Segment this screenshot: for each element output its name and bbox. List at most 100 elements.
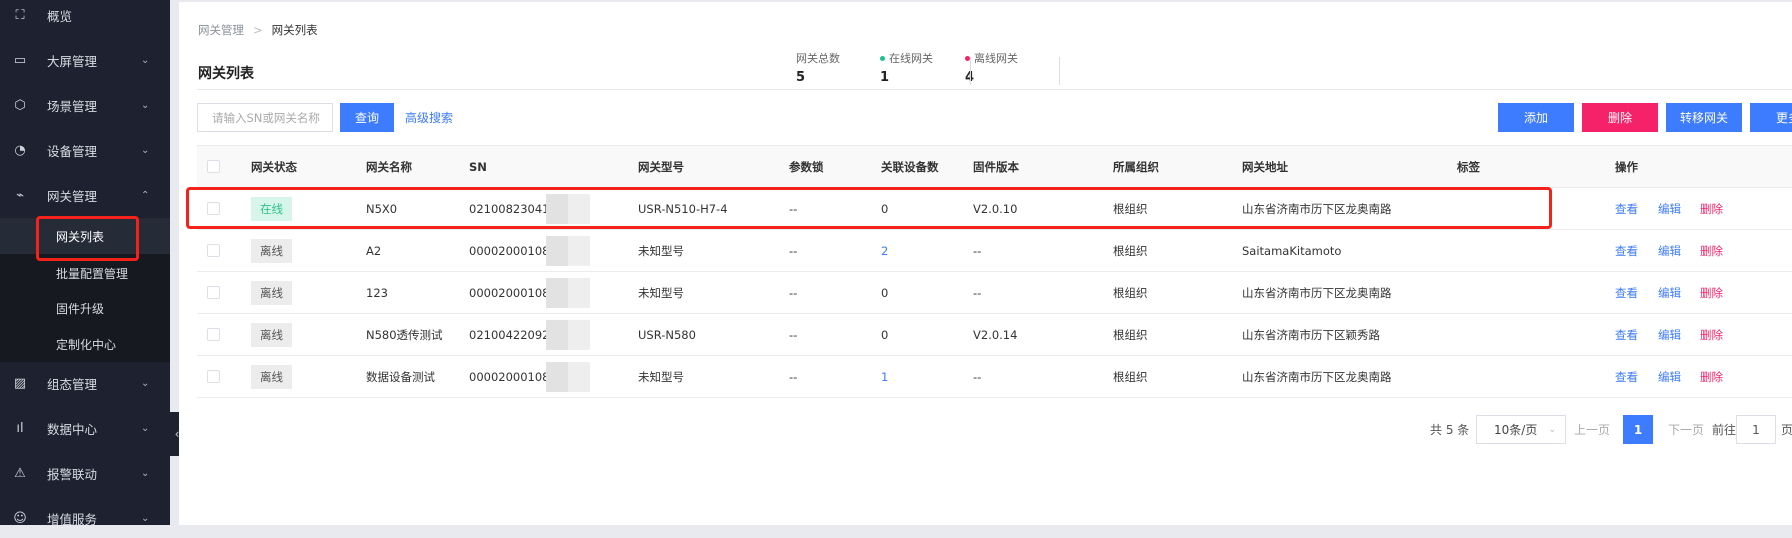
pie-icon: ◔: [14, 142, 26, 158]
delete-link[interactable]: 删除: [1700, 314, 1723, 355]
more-button[interactable]: 更多: [1750, 103, 1792, 132]
alarm-icon: ⚠: [14, 465, 26, 481]
delete-link[interactable]: 删除: [1700, 272, 1723, 313]
param-lock: --: [789, 327, 798, 342]
delete-link[interactable]: 删除: [1700, 230, 1723, 271]
sidebar-item-0[interactable]: ⛶ 概览: [0, 0, 170, 35]
column-header: SN: [469, 159, 487, 174]
column-header: 参数锁: [789, 159, 824, 174]
query-button[interactable]: 查询: [340, 103, 394, 132]
sidebar-item-7[interactable]: ⚠ 报警联动 ⌄: [0, 453, 170, 493]
gateway-model: USR-N510-H7-4: [638, 201, 728, 216]
gateway-address: 山东省济南市历下区龙奥南路: [1242, 201, 1392, 216]
firmware-version: --: [973, 285, 982, 300]
sidebar-subitem-3[interactable]: 定制化中心: [0, 326, 170, 362]
sidebar-subitem-2[interactable]: 固件升级: [0, 290, 170, 326]
organization: 根组织: [1113, 327, 1148, 342]
page-size-select[interactable]: 10条/页 ⌄: [1476, 415, 1566, 444]
stat-label: 网关总数: [796, 52, 840, 65]
firmware-version: V2.0.10: [973, 201, 1018, 216]
sidebar-item-label: 报警联动: [47, 466, 98, 482]
chevron-icon: ⌄: [141, 144, 150, 156]
row-checkbox[interactable]: [207, 286, 220, 299]
table-row: 离线 123 00002000108927 未知型号 -- 0 -- 根组织 山…: [197, 272, 1792, 314]
row-checkbox[interactable]: [207, 328, 220, 341]
edit-link[interactable]: 编辑: [1658, 230, 1681, 271]
gateway-name: 123: [366, 285, 388, 300]
edit-link[interactable]: 编辑: [1658, 272, 1681, 313]
column-header: 网关地址: [1242, 159, 1288, 174]
scan-icon: ⛶: [15, 7, 25, 23]
next-page-button[interactable]: 下一页: [1668, 415, 1704, 444]
organization: 根组织: [1113, 285, 1148, 300]
stat-0: 网关总数 5: [796, 50, 840, 85]
chevron-icon: ⌃: [141, 189, 150, 201]
sidebar-item-8[interactable]: ☺ 增值服务 ⌄: [0, 498, 170, 538]
status-badge: 离线: [251, 238, 292, 263]
prev-page-button[interactable]: 上一页: [1574, 415, 1610, 444]
view-link[interactable]: 查看: [1615, 272, 1638, 313]
view-link[interactable]: 查看: [1615, 314, 1638, 355]
sidebar-item-5[interactable]: ▨ 组态管理 ⌄: [0, 363, 170, 403]
edit-link[interactable]: 编辑: [1658, 356, 1681, 397]
edit-link[interactable]: 编辑: [1658, 188, 1681, 229]
chevron-down-icon: ⌄: [1548, 424, 1556, 435]
monitor-icon: ▭: [13, 52, 27, 68]
breadcrumb-separator: >: [253, 23, 263, 37]
chevron-icon: ⌄: [141, 377, 150, 389]
sidebar-item-label: 组态管理: [47, 376, 98, 392]
gateway-name: N580透传测试: [366, 327, 443, 342]
sidebar-item-label: 数据中心: [47, 421, 98, 437]
page-1-button[interactable]: 1: [1623, 415, 1653, 444]
edit-link[interactable]: 编辑: [1658, 314, 1681, 355]
search-input[interactable]: 请输入SN或网关名称: [197, 103, 333, 132]
cube-icon: ⬡: [14, 97, 26, 113]
sidebar-item-label: 网关管理: [47, 188, 98, 204]
gateway-model: 未知型号: [638, 285, 684, 300]
chevron-icon: ⌄: [141, 54, 150, 66]
sidebar-item-3[interactable]: ◔ 设备管理 ⌄: [0, 130, 170, 170]
sidebar-item-label: 概览: [47, 8, 73, 24]
status-dot-icon: [880, 55, 885, 61]
table-header: 网关状态 网关名称 SN 网关型号 参数锁 关联设备数 固件版本 所属组织 网关地址 标签 操作: [197, 145, 1792, 188]
service-icon: ☺: [13, 510, 27, 526]
sidebar-item-2[interactable]: ⬡ 场景管理 ⌄: [0, 85, 170, 125]
view-link[interactable]: 查看: [1615, 230, 1638, 271]
select-all-checkbox[interactable]: [207, 160, 220, 173]
view-link[interactable]: 查看: [1615, 188, 1638, 229]
gateway-name: A2: [366, 243, 382, 258]
transfer-gateway-button[interactable]: 转移网关: [1666, 103, 1742, 132]
gateway-name: N5X0: [366, 201, 398, 216]
gateway-table: 网关状态 网关名称 SN 网关型号 参数锁 关联设备数 固件版本 所属组织 网关地址 标签 操作 在…: [197, 145, 1792, 398]
row-checkbox[interactable]: [207, 202, 220, 215]
delete-button[interactable]: 删除: [1582, 103, 1658, 132]
column-header: 操作: [1615, 159, 1638, 174]
chevron-icon: ⌄: [141, 512, 150, 524]
sidebar-item-6[interactable]: ıl 数据中心 ⌄: [0, 408, 170, 448]
row-checkbox[interactable]: [207, 370, 220, 383]
add-button[interactable]: 添加: [1498, 103, 1574, 132]
device-count[interactable]: 2: [881, 230, 888, 271]
delete-link[interactable]: 删除: [1700, 188, 1723, 229]
page-size-value: 10条/页: [1494, 423, 1538, 437]
row-checkbox[interactable]: [207, 244, 220, 257]
sidebar-subitem-1[interactable]: 批量配置管理: [0, 255, 170, 291]
organization: 根组织: [1113, 201, 1148, 216]
sidebar-subitem-0[interactable]: 网关列表: [0, 218, 170, 254]
sidebar-item-4[interactable]: ⌁ 网关管理 ⌃: [0, 175, 170, 215]
breadcrumb-parent[interactable]: 网关管理: [198, 23, 244, 37]
goto-label: 前往: [1712, 423, 1737, 437]
view-link[interactable]: 查看: [1615, 356, 1638, 397]
stat-label: 离线网关: [974, 52, 1018, 65]
organization: 根组织: [1113, 369, 1148, 384]
goto-page-input[interactable]: 1: [1736, 415, 1776, 444]
status-badge: 离线: [251, 280, 292, 305]
firmware-version: --: [973, 243, 982, 258]
gateway-address: 山东省济南市历下区龙奥南路: [1242, 369, 1392, 384]
sidebar-item-1[interactable]: ▭ 大屏管理 ⌄: [0, 40, 170, 80]
advanced-search-link[interactable]: 高级搜索: [405, 103, 453, 132]
delete-link[interactable]: 删除: [1700, 356, 1723, 397]
firmware-version: V2.0.14: [973, 327, 1018, 342]
stat-label: 在线网关: [889, 52, 933, 65]
device-count[interactable]: 1: [881, 356, 888, 397]
